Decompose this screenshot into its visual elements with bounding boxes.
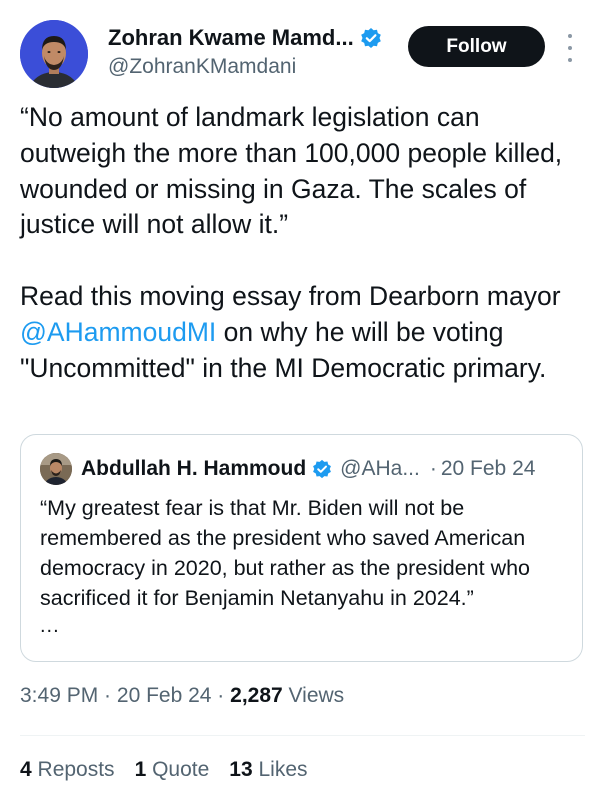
quoted-author-avatar[interactable] — [40, 453, 72, 485]
views-label: Views — [282, 684, 345, 707]
quoted-tweet-text: “My greatest fear is that Mr. Biden will… — [40, 496, 531, 610]
reposts-label: Reposts — [31, 758, 115, 781]
tweet-text: “No amount of landmark legislation can o… — [20, 100, 590, 387]
reposts-count: 4 — [20, 758, 32, 781]
author-display-name[interactable]: Zohran Kwame Mamd... — [108, 24, 354, 52]
quoted-date[interactable]: 20 Feb 24 — [441, 457, 536, 481]
verified-badge-icon — [360, 27, 382, 49]
likes-count: 13 — [229, 758, 253, 781]
author-handle[interactable]: @ZohranKMamdani — [108, 54, 296, 80]
verified-badge-icon — [312, 459, 332, 479]
tweet-header: Zohran Kwame Mamd... @ZohranKMamdani Fol… — [0, 0, 605, 90]
quoted-tweet-ellipsis: ... — [40, 615, 60, 637]
views-count: 2,287 — [230, 684, 283, 707]
quotes-stat[interactable]: 1 Quote — [135, 758, 210, 782]
likes-stat[interactable]: 13 Likes — [229, 758, 307, 782]
tweet-time[interactable]: 3:49 PM — [20, 684, 98, 707]
quotes-count: 1 — [134, 758, 147, 781]
more-dot — [568, 46, 572, 50]
tweet-paragraph-2-start: Read this moving essay from Dearborn may… — [20, 281, 561, 312]
author-avatar[interactable] — [20, 20, 88, 88]
meta-separator: · — [98, 684, 117, 707]
more-vertical-icon[interactable] — [563, 34, 577, 62]
quoted-tweet-header: Abdullah H. Hammoud @AHa... · 20 Feb 24 — [40, 453, 535, 485]
quotes-label: Quote — [146, 758, 210, 781]
meta-separator: · — [211, 684, 231, 707]
tweet-date[interactable]: 20 Feb 24 — [117, 684, 212, 707]
quoted-author-name[interactable]: Abdullah H. Hammoud — [81, 457, 306, 481]
quoted-tweet-card[interactable]: Abdullah H. Hammoud @AHa... · 20 Feb 24 … — [20, 434, 583, 662]
author-avatar-icon — [20, 20, 88, 88]
quoted-avatar-icon — [40, 453, 72, 485]
tweet-meta: 3:49 PM · 20 Feb 24 · 2,287 Views — [20, 684, 344, 708]
quoted-author-handle[interactable]: @AHa... — [340, 457, 420, 481]
tweet-paragraph-1: “No amount of landmark legislation can o… — [20, 102, 563, 240]
more-dot — [568, 58, 572, 62]
tweet-paragraph-2: Read this moving essay from Dearborn may… — [20, 279, 590, 386]
divider — [20, 735, 585, 736]
follow-button[interactable]: Follow — [408, 26, 545, 67]
likes-label: Likes — [252, 758, 308, 781]
engagement-stats: 4 Reposts 1 Quote 13 Likes — [20, 758, 328, 782]
more-dot — [568, 34, 572, 38]
mention-link[interactable]: @AHammoudMI — [20, 317, 216, 347]
author-name-row[interactable]: Zohran Kwame Mamd... — [108, 24, 382, 52]
quoted-separator: · — [429, 457, 437, 480]
reposts-stat[interactable]: 4 Reposts — [20, 758, 115, 782]
